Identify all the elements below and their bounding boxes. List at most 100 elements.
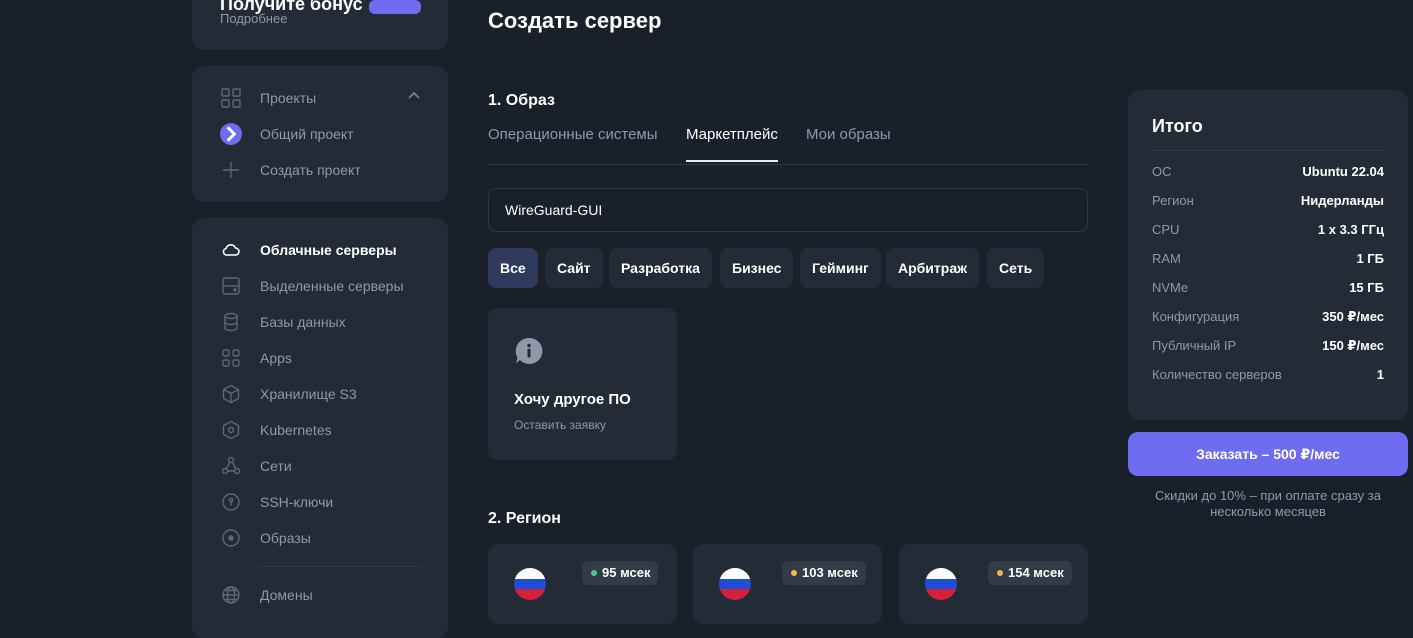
filter-chip-arbitrage[interactable]: Арбитраж: [886, 248, 980, 288]
summary-row-region: Регион Нидерланды: [1152, 193, 1384, 211]
filter-chip-network[interactable]: Сеть: [987, 248, 1045, 288]
network-icon: [220, 455, 242, 477]
ping-badge: 154 мсек: [988, 561, 1072, 585]
summary-title: Итого: [1152, 116, 1203, 136]
summary-row-os: ОС Ubuntu 22.04: [1152, 164, 1384, 182]
sidebar-item-domains[interactable]: Домены: [220, 583, 313, 607]
sidebar-item-label: Хранилище S3: [260, 386, 357, 402]
section-region-title: 2. Регион: [488, 510, 561, 527]
summary-key: ОС: [1152, 164, 1172, 179]
summary-row-server-count: Количество серверов 1: [1152, 367, 1384, 385]
sidebar-menu: Облачные серверы Выделенные серверы Базы…: [192, 218, 448, 638]
filter-chip-all[interactable]: Все: [488, 248, 538, 288]
sidebar-item-label: Домены: [260, 587, 313, 603]
order-button[interactable]: Заказать – 500 ₽/мес: [1128, 432, 1408, 476]
filter-chip-site[interactable]: Сайт: [545, 248, 603, 288]
order-summary: Итого ОС Ubuntu 22.04 Регион Нидерланды CP…: [1128, 90, 1408, 420]
project-item-general[interactable]: Общий проект: [220, 122, 354, 146]
summary-divider: [1152, 150, 1384, 151]
region-card[interactable]: 154 мсек: [899, 544, 1088, 624]
ping-badge: 95 мсек: [582, 561, 659, 585]
project-item-label: Общий проект: [260, 126, 354, 142]
russia-flag-icon: [925, 568, 957, 600]
sidebar-item-storage-s3[interactable]: Хранилище S3: [220, 382, 357, 406]
create-project-label: Создать проект: [260, 162, 361, 178]
ping-value: 103 мсек: [802, 565, 858, 580]
page-title: Создать сервер: [488, 8, 662, 33]
sidebar-item-networks[interactable]: Сети: [220, 454, 292, 478]
kubernetes-icon: [220, 419, 242, 441]
search-input[interactable]: [505, 189, 1065, 231]
summary-value: 1 x 3.3 ГГц: [1317, 222, 1384, 237]
filter-chip-development[interactable]: Разработка: [609, 248, 712, 288]
sidebar-item-cloud-servers[interactable]: Облачные серверы: [220, 238, 397, 262]
ping-value: 95 мсек: [602, 565, 651, 580]
summary-value: Ubuntu 22.04: [1302, 164, 1384, 179]
search-box: [488, 188, 1088, 232]
summary-key: Количество серверов: [1152, 367, 1282, 382]
summary-key: Конфигурация: [1152, 309, 1240, 324]
filter-chip-gaming[interactable]: Гейминг: [800, 248, 881, 288]
summary-value: 15 ГБ: [1349, 280, 1384, 295]
cloud-icon: [220, 239, 242, 261]
key-icon: [220, 491, 242, 513]
sidebar-item-dedicated-servers[interactable]: Выделенные серверы: [220, 274, 404, 298]
summary-row-nvme: NVMe 15 ГБ: [1152, 280, 1384, 298]
tile-title: Хочу другое ПО: [514, 391, 631, 408]
summary-value: Нидерланды: [1300, 193, 1384, 208]
summary-value: 150 ₽/мес: [1322, 338, 1384, 353]
sidebar-item-label: Образы: [260, 530, 311, 546]
disc-icon: [220, 527, 242, 549]
sidebar-item-ssh-keys[interactable]: SSH-ключи: [220, 490, 333, 514]
tab-marketplace[interactable]: Маркетплейс: [686, 126, 778, 162]
projects-header-label: Проекты: [260, 90, 317, 106]
server-icon: [220, 275, 242, 297]
sidebar-item-label: Kubernetes: [260, 422, 332, 438]
promo-more-link[interactable]: Подробнее: [220, 11, 287, 26]
summary-key: Публичный IP: [1152, 338, 1237, 353]
discount-note: Скидки до 10% – при оплате сразу за неск…: [1155, 488, 1381, 519]
summary-key: NVMe: [1152, 280, 1189, 295]
sidebar-item-label: Базы данных: [260, 314, 346, 330]
chevron-up-icon[interactable]: [406, 88, 422, 109]
tile-request-link[interactable]: Оставить заявку: [514, 418, 606, 432]
ping-status-dot: [997, 570, 1003, 576]
ping-value: 154 мсек: [1008, 565, 1064, 580]
summary-key: CPU: [1152, 222, 1180, 237]
section-image-title: 1. Образ: [488, 92, 555, 109]
projects-card: Проекты Общий проект Создать проект: [192, 66, 448, 202]
sidebar-item-images[interactable]: Образы: [220, 526, 311, 550]
chevron-right-icon: [220, 123, 242, 145]
summary-key: RAM: [1152, 251, 1181, 266]
sidebar-item-kubernetes[interactable]: Kubernetes: [220, 418, 332, 442]
summary-value: 1: [1376, 367, 1384, 382]
sidebar-item-label: Облачные серверы: [260, 242, 397, 258]
image-tabs: Операционные системы Маркетплейс Мои обр…: [488, 126, 1088, 165]
russia-flag-icon: [719, 568, 751, 600]
ping-status-dot: [791, 570, 797, 576]
summary-row-cpu: CPU 1 x 3.3 ГГц: [1152, 222, 1384, 240]
summary-value: 350 ₽/мес: [1322, 309, 1384, 324]
promo-badge: [368, 0, 421, 14]
region-card[interactable]: 103 мсек: [693, 544, 882, 624]
sidebar-item-databases[interactable]: Базы данных: [220, 310, 346, 334]
request-software-tile[interactable]: Хочу другое ПО Оставить заявку: [488, 308, 677, 460]
ping-badge: 103 мсек: [782, 561, 866, 585]
sidebar-item-apps[interactable]: Apps: [220, 346, 292, 370]
filter-chip-business[interactable]: Бизнес: [720, 248, 794, 288]
info-chat-icon: [514, 336, 544, 371]
cube-icon: [220, 383, 242, 405]
promo-card[interactable]: Получите бонус Подробнее: [192, 0, 448, 50]
tab-my-images[interactable]: Мои образы: [806, 126, 891, 155]
summary-key: Регион: [1152, 193, 1194, 208]
region-card[interactable]: 95 мсек: [488, 544, 677, 624]
summary-row-configuration: Конфигурация 350 ₽/мес: [1152, 309, 1384, 327]
sidebar-item-label: Apps: [260, 350, 292, 366]
create-project-button[interactable]: Создать проект: [220, 158, 361, 182]
projects-header[interactable]: Проекты: [220, 86, 316, 110]
plus-icon: [220, 159, 242, 181]
russia-flag-icon: [514, 568, 546, 600]
sidebar-item-label: Сети: [260, 458, 292, 474]
sidebar-item-label: Выделенные серверы: [260, 278, 404, 294]
tab-operating-systems[interactable]: Операционные системы: [488, 126, 658, 155]
